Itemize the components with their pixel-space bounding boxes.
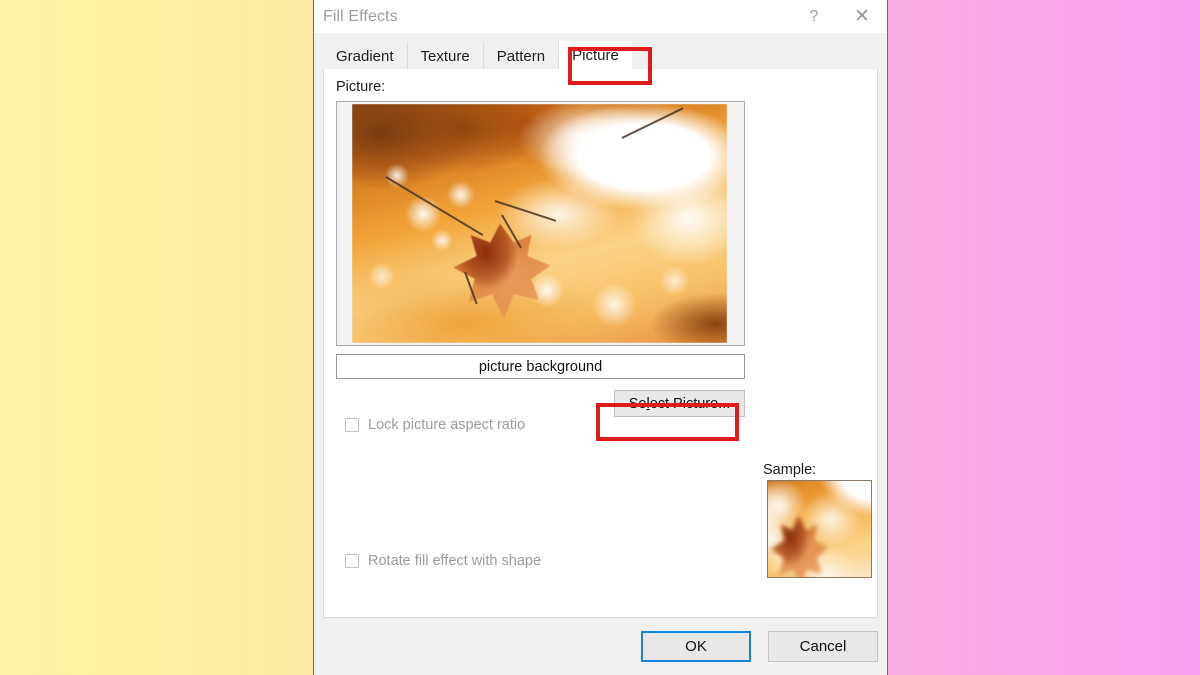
tab-pattern[interactable]: Pattern: [483, 42, 560, 70]
autumn-leaves-artwork: [352, 104, 727, 343]
dialog-titlebar: Fill Effects ? ✕: [314, 0, 887, 33]
tab-texture[interactable]: Texture: [407, 42, 484, 70]
picture-filename-field[interactable]: picture background: [336, 354, 745, 379]
titlebar-buttons: ? ✕: [791, 0, 887, 33]
picture-preview-frame[interactable]: [336, 101, 745, 346]
select-picture-label-post: ect Picture...: [649, 395, 731, 412]
close-icon[interactable]: ✕: [837, 0, 887, 33]
picture-preview-image: [352, 104, 727, 343]
sample-artwork: [768, 481, 871, 577]
sample-label: Sample:: [763, 462, 817, 478]
lock-picture-aspect-ratio-checkbox[interactable]: Lock picture aspect ratio: [345, 417, 525, 433]
cancel-button[interactable]: Cancel: [768, 631, 878, 662]
tab-picture[interactable]: Picture: [559, 41, 632, 70]
dialog-title: Fill Effects: [323, 7, 398, 25]
tab-strip: Gradient Texture Pattern Picture: [314, 33, 887, 70]
rotate-fill-effect-checkbox[interactable]: Rotate fill effect with shape: [345, 553, 541, 569]
help-icon[interactable]: ?: [791, 0, 837, 33]
tab-gradient[interactable]: Gradient: [323, 42, 408, 70]
dialog-footer: OK Cancel: [314, 618, 887, 675]
select-picture-button[interactable]: Se l ect Picture...: [614, 390, 745, 417]
checkbox-box-icon: [345, 554, 359, 568]
fill-effects-dialog: Fill Effects ? ✕ Gradient Texture Patter…: [313, 0, 888, 675]
rotate-fill-effect-label: Rotate fill effect with shape: [368, 553, 542, 569]
lock-picture-aspect-ratio-label: Lock picture aspect ratio: [368, 417, 526, 433]
sample-thumbnail: [767, 480, 872, 578]
picture-tab-panel: Picture: picture background Se l ect Pictu…: [323, 69, 878, 618]
picture-label: Picture:: [336, 79, 386, 95]
ok-button[interactable]: OK: [641, 631, 751, 662]
select-picture-label-pre: Se: [628, 395, 647, 412]
checkbox-box-icon: [345, 418, 359, 432]
